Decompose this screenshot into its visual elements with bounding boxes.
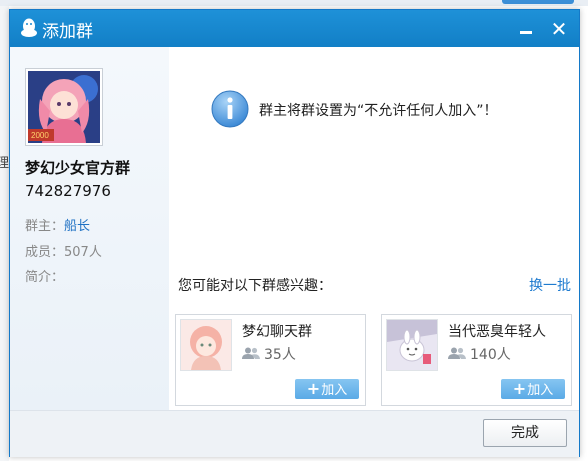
join-button[interactable]: +加入 <box>501 379 565 399</box>
intro-row: 简介： <box>25 266 64 285</box>
background-app-text: 理 <box>0 156 10 171</box>
join-button[interactable]: +加入 <box>295 379 359 399</box>
dialog-footer: 完成 <box>10 410 579 457</box>
intro-label: 简介： <box>25 270 65 285</box>
plus-icon: + <box>306 379 321 398</box>
plus-icon: + <box>512 379 527 398</box>
join-label: 加入 <box>321 383 348 398</box>
qq-penguin-icon <box>21 18 37 37</box>
suggestions-label: 您可能对以下群感兴趣： <box>178 278 332 294</box>
members-row: 成员：507人 <box>25 241 102 260</box>
avatar-badge: 2000 <box>31 131 49 140</box>
suggested-group-card[interactable]: 当代恶臭年轻人 140人 +加入 <box>381 314 572 406</box>
background-app-bar <box>0 0 588 6</box>
owner-link[interactable]: 船长 <box>64 219 90 234</box>
join-label: 加入 <box>527 383 554 398</box>
suggested-group-count: 35人 <box>264 347 296 363</box>
owner-label: 群主： <box>25 219 65 234</box>
titlebar[interactable]: 添加群 ✕ <box>10 10 579 47</box>
suggested-group-avatar <box>180 319 232 371</box>
notice-text: 群主将群设置为“不允许任何人加入”！ <box>259 103 498 119</box>
owner-row: 群主：船长 <box>25 215 90 234</box>
group-id: 742827976 <box>25 182 111 200</box>
close-button[interactable]: ✕ <box>547 17 571 41</box>
suggested-group-avatar <box>386 319 438 371</box>
refresh-suggestions-link[interactable]: 换一批 <box>529 275 571 295</box>
members-value: 507人 <box>64 245 102 260</box>
members-icon <box>448 347 466 359</box>
group-name: 梦幻少女官方群 <box>25 159 131 177</box>
members-icon <box>242 347 260 359</box>
background-app-edge: 理 <box>0 6 9 461</box>
info-icon <box>211 90 249 128</box>
suggested-group-name[interactable]: 当代恶臭年轻人 <box>448 321 546 341</box>
done-button[interactable]: 完成 <box>483 419 567 447</box>
suggested-group-count: 140人 <box>470 347 511 363</box>
suggested-group-name[interactable]: 梦幻聊天群 <box>242 321 312 341</box>
minimize-button[interactable] <box>515 18 537 40</box>
minimize-icon <box>520 31 532 34</box>
dialog-title: 添加群 <box>42 22 93 42</box>
add-group-dialog: 添加群 ✕ 2000 梦幻少女官方群 742827976 群主：船长 成员：50… <box>9 9 580 457</box>
members-label: 成员： <box>25 245 65 260</box>
group-avatar-image: 2000 <box>28 71 100 143</box>
group-avatar: 2000 <box>25 68 103 146</box>
group-info-panel: 2000 梦幻少女官方群 742827976 群主：船长 成员：507人 简介： <box>10 47 169 410</box>
suggested-group-card[interactable]: 梦幻聊天群 35人 +加入 <box>175 314 366 406</box>
background-app-button <box>502 0 574 4</box>
